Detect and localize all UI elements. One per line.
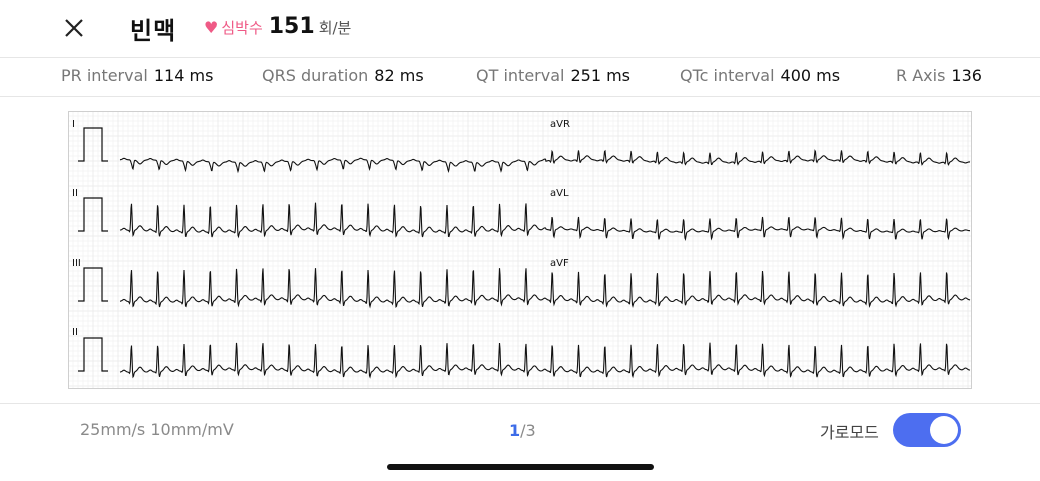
metric-qtc-interval: QTc interval 400 ms <box>680 66 840 85</box>
ecg-grid <box>68 111 972 389</box>
heart-icon: ♥ <box>204 18 219 37</box>
heart-rate: ♥ 심박수 151 회/분 <box>204 14 351 39</box>
metric-value: 114 ms <box>153 66 214 85</box>
lead-label-avr: aVR <box>550 119 570 130</box>
header-bar: 빈맥 ♥ 심박수 151 회/분 <box>0 0 1040 58</box>
metric-label: QRS duration <box>262 66 369 85</box>
ecg-frame <box>68 111 972 389</box>
ecg-svg: I aVR II aVL III aVF II <box>68 111 972 389</box>
lead-label-ii-rhythm: II <box>72 327 78 338</box>
lead-label-iii: III <box>72 258 81 269</box>
metric-pr-interval: PR interval 114 ms <box>61 66 213 85</box>
metrics-bar: PR interval 114 ms QRS duration 82 ms QT i… <box>0 57 1040 97</box>
heart-rate-unit: 회/분 <box>318 19 352 37</box>
metric-label: PR interval <box>61 66 148 85</box>
heart-rate-value: 151 <box>268 14 315 39</box>
heart-rate-label: 심박수 <box>221 19 263 37</box>
lead-label-avl: aVL <box>550 188 569 199</box>
landscape-mode-label: 가로모드 <box>820 423 879 442</box>
lead-label-ii: II <box>72 188 78 199</box>
ecg-trace <box>119 342 971 379</box>
lead-label-avf: aVF <box>550 258 569 269</box>
page-total: /3 <box>520 421 536 440</box>
footer-divider <box>0 403 1040 404</box>
metric-label: QTc interval <box>680 66 775 85</box>
metric-qrs-duration: QRS duration 82 ms <box>262 66 424 85</box>
page-current: 1 <box>509 421 521 440</box>
home-indicator[interactable] <box>387 464 654 470</box>
metric-r-axis: R Axis 136 <box>896 66 982 85</box>
lead-label-i: I <box>72 119 75 130</box>
landscape-mode-toggle[interactable] <box>893 413 961 447</box>
speed-setting: 25mm/s 10mm/mV <box>80 420 234 439</box>
metric-value: 136 <box>951 66 982 85</box>
metric-label: R Axis <box>896 66 946 85</box>
ecg-traces <box>78 127 971 379</box>
close-icon[interactable] <box>60 14 88 42</box>
ecg-chart: I aVR II aVL III aVF II <box>68 111 972 389</box>
page-indicator: 1/3 <box>509 421 536 440</box>
metric-value: 82 ms <box>374 66 424 85</box>
toggle-knob <box>930 416 958 444</box>
metric-value: 251 ms <box>570 66 630 85</box>
metric-label: QT interval <box>476 66 565 85</box>
page-title: 빈맥 <box>130 17 177 45</box>
close-button[interactable] <box>60 14 88 42</box>
metric-value: 400 ms <box>780 66 841 85</box>
metric-qt-interval: QT interval 251 ms <box>476 66 630 85</box>
